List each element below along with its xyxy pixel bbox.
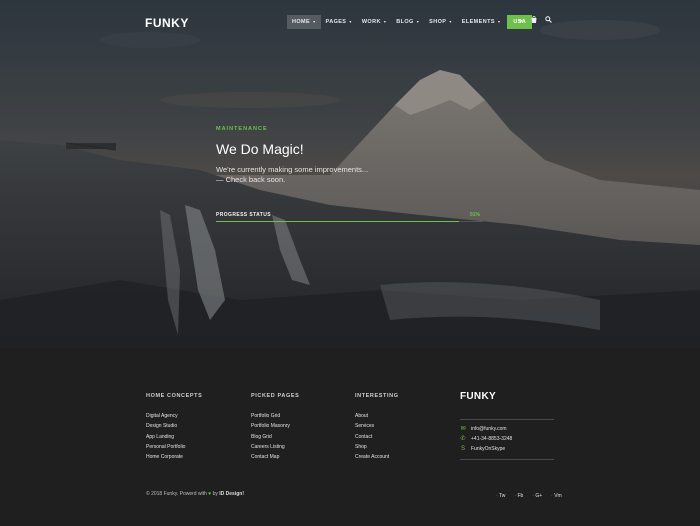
footer-link[interactable]: Portfolio Masonry	[251, 421, 299, 431]
footer-link[interactable]: Personal Portfolio	[146, 442, 202, 452]
nav-item-pages[interactable]: PAGES ▾	[321, 15, 357, 29]
heart-icon[interactable]: ♥	[519, 15, 523, 29]
footer-link[interactable]: Create Account	[355, 452, 399, 462]
progress-bar-fill	[216, 221, 459, 222]
site-footer: HOME CONCEPTS Digital Agency Design Stud…	[0, 348, 700, 526]
social-link-vimeo[interactable]: · Vm	[551, 493, 562, 499]
search-icon[interactable]	[544, 15, 552, 29]
main-nav: HOME ▾ PAGES ▾ WORK ▾ BLOG ▾ SHOP ▾ ELEM…	[287, 15, 533, 29]
contact-email[interactable]: ✉ info@funky.com	[460, 425, 507, 433]
progress-bar	[216, 221, 483, 222]
footer-link[interactable]: App Landing	[146, 432, 202, 442]
hero-subtitle-line: — Check back soon.	[216, 175, 286, 184]
social-label: G+	[535, 493, 543, 499]
footer-column-title: INTERESTING	[355, 393, 399, 399]
hero-subtitle-line: We're currently making some improvements…	[216, 165, 369, 174]
hero-title: We Do Magic!	[216, 141, 304, 157]
footer-column-picked-pages: PICKED PAGES Portfolio Grid Portfolio Ma…	[251, 393, 299, 462]
maintenance-eyebrow: MAINTENANCE	[216, 126, 268, 132]
nav-item-home[interactable]: HOME ▾	[287, 15, 321, 29]
nav-item-work[interactable]: WORK ▾	[357, 15, 391, 29]
nav-label: HOME	[292, 19, 311, 25]
social-link-facebook[interactable]: · Fb	[514, 493, 523, 499]
footer-divider	[460, 459, 554, 460]
nav-label: PAGES	[325, 19, 347, 25]
copyright-text: © 2018 Funky. Powerd with ♥ by ID Design…	[146, 491, 244, 497]
mail-icon: ✉	[460, 426, 466, 432]
nav-item-shop[interactable]: SHOP ▾	[424, 15, 457, 29]
social-label: Vm	[554, 493, 562, 499]
chevron-down-icon: ▾	[383, 19, 387, 24]
bag-icon[interactable]	[531, 15, 537, 29]
footer-link[interactable]: Home Corporate	[146, 452, 202, 462]
chevron-down-icon: ▾	[449, 19, 452, 24]
nav-label: WORK	[361, 19, 381, 25]
social-links: · Tw · Fb · G+ · Vm	[496, 493, 562, 499]
progress-label: PROGRESS STATUS	[216, 212, 271, 218]
footer-column-title: HOME CONCEPTS	[146, 393, 203, 399]
heart-icon: ♥	[208, 491, 212, 497]
contact-skype[interactable]: S FunkyOnSkype	[460, 446, 505, 452]
footer-logo[interactable]: FUNKY	[460, 391, 496, 402]
contact-text: +41-34-8853-3248	[471, 435, 513, 442]
progress-value: 91%	[470, 212, 481, 218]
footer-link[interactable]: Blog Grid	[251, 432, 299, 442]
footer-link[interactable]: Contact Map	[251, 452, 299, 462]
chevron-down-icon: ▾	[349, 19, 352, 24]
footer-link[interactable]: Design Studio	[146, 421, 202, 431]
social-link-googleplus[interactable]: · G+	[532, 493, 542, 499]
footer-link[interactable]: Contact	[355, 432, 399, 442]
footer-link[interactable]: Shop	[355, 442, 399, 452]
social-label: Tw	[498, 493, 506, 499]
footer-link[interactable]: About	[355, 411, 399, 421]
footer-column-interesting: INTERESTING About Services Contact Shop …	[355, 393, 399, 462]
social-label: Fb	[517, 493, 524, 499]
phone-icon: ✆	[460, 436, 466, 442]
chevron-down-icon: ▾	[313, 19, 316, 24]
nav-item-blog[interactable]: BLOG ▾	[391, 15, 424, 29]
copyright-by: by	[212, 491, 218, 497]
copyright-prefix: © 2018 Funky. Powerd with	[146, 491, 207, 497]
copyright-author-link[interactable]: ID Design!	[219, 491, 244, 497]
footer-column-title: PICKED PAGES	[251, 393, 300, 399]
chevron-down-icon: ▾	[497, 19, 501, 24]
chevron-down-icon: ▾	[416, 19, 420, 24]
footer-link[interactable]: Digital Agency	[146, 411, 202, 421]
nav-label: SHOP	[429, 19, 447, 25]
nav-label: BLOG	[396, 19, 414, 25]
footer-link[interactable]: Careers Listing	[251, 442, 299, 452]
hero-subtitle: We're currently making some improvements…	[216, 165, 416, 185]
site-logo[interactable]: FUNKY	[145, 16, 189, 30]
footer-column-home-concepts: HOME CONCEPTS Digital Agency Design Stud…	[146, 393, 202, 462]
skype-icon: S	[460, 446, 465, 452]
footer-link[interactable]: Services	[355, 421, 399, 431]
social-link-twitter[interactable]: · Tw	[496, 493, 505, 499]
header-icons: ♥	[519, 15, 552, 29]
footer-link[interactable]: Portfolio Grid	[251, 411, 299, 421]
nav-item-elements[interactable]: ELEMENTS ▾	[457, 15, 506, 29]
nav-label: ELEMENTS	[461, 19, 495, 25]
contact-phone[interactable]: ✆ +41-34-8853-3248	[460, 435, 513, 443]
footer-divider	[460, 419, 554, 420]
contact-text: info@funky.com	[471, 425, 507, 432]
contact-text: FunkyOnSkype	[471, 446, 506, 452]
